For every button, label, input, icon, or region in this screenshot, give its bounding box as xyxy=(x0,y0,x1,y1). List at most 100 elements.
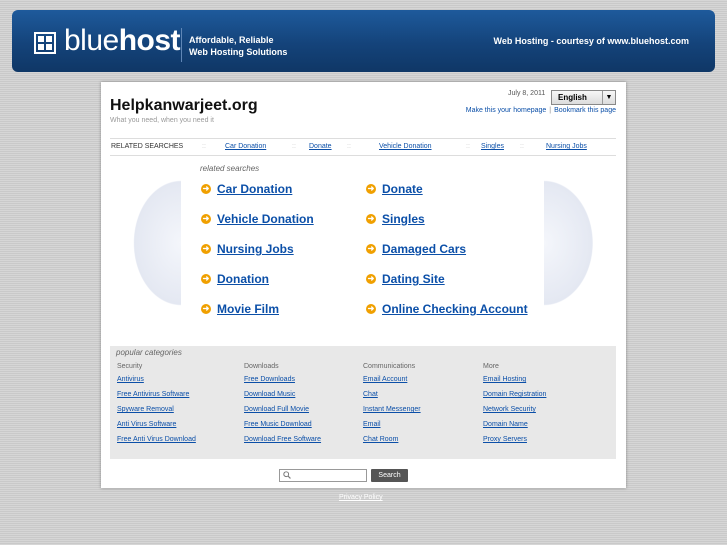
category-link[interactable]: Proxy Servers xyxy=(483,436,546,451)
category-link[interactable]: Chat Room xyxy=(363,436,421,451)
arrow-right-icon: ➜ xyxy=(201,183,211,194)
related-search-item[interactable]: ➜ Movie Film xyxy=(201,302,279,316)
category-column-more: More Email Hosting Domain Registration N… xyxy=(483,363,546,451)
category-link[interactable]: Download Music xyxy=(244,391,321,406)
arrow-right-icon: ➜ xyxy=(366,273,376,284)
category-heading: Communications xyxy=(363,363,416,370)
related-searches-bar: RELATED SEARCHES :: Car Donation :: Dona… xyxy=(110,138,616,156)
related-bar-link[interactable]: Donate xyxy=(309,139,332,155)
related-search-link[interactable]: Movie Film xyxy=(217,302,279,316)
related-search-link[interactable]: Nursing Jobs xyxy=(217,242,294,256)
parked-page-card: Helpkanwarjeet.org What you need, when y… xyxy=(101,82,626,488)
category-link[interactable]: Chat xyxy=(363,391,421,406)
header-tagline: Affordable, Reliable Web Hosting Solutio… xyxy=(189,34,287,58)
decorative-side-left xyxy=(121,164,181,322)
category-link[interactable]: Spyware Removal xyxy=(117,406,196,421)
search-button[interactable]: Search xyxy=(371,469,408,482)
bookmark-link[interactable]: Bookmark this page xyxy=(554,107,616,114)
related-search-item[interactable]: ➜ Singles xyxy=(366,212,425,226)
link-separator: | xyxy=(549,107,552,114)
related-bar-link[interactable]: Nursing Jobs xyxy=(546,139,587,155)
separator-dot: :: xyxy=(466,143,470,150)
arrow-right-icon: ➜ xyxy=(366,243,376,254)
category-link[interactable]: Free Music Download xyxy=(244,421,321,436)
related-search-item[interactable]: ➜ Online Checking Account xyxy=(366,302,528,316)
related-search-link[interactable]: Vehicle Donation xyxy=(217,212,314,226)
arrow-right-icon: ➜ xyxy=(366,213,376,224)
arrow-right-icon: ➜ xyxy=(201,213,211,224)
related-bar-label: RELATED SEARCHES xyxy=(111,143,184,150)
category-link[interactable]: Email Hosting xyxy=(483,376,546,391)
arrow-right-icon: ➜ xyxy=(366,183,376,194)
decorative-side-right xyxy=(544,164,606,322)
search-input[interactable] xyxy=(279,469,367,482)
category-link[interactable]: Antivirus xyxy=(117,376,196,391)
arrow-right-icon: ➜ xyxy=(201,303,211,314)
category-link[interactable]: Free Downloads xyxy=(244,376,321,391)
category-link[interactable]: Free Antivirus Software xyxy=(117,391,196,406)
related-search-link[interactable]: Dating Site xyxy=(382,272,445,286)
category-column-communications: Communications Email Account Chat Instan… xyxy=(363,363,421,451)
privacy-policy-link[interactable]: Privacy Policy xyxy=(339,494,383,501)
related-search-item[interactable]: ➜ Dating Site xyxy=(366,272,445,286)
related-search-link[interactable]: Donate xyxy=(382,182,423,196)
site-title: Helpkanwarjeet.org xyxy=(110,97,258,114)
top-links: Make this your homepage | Bookmark this pa… xyxy=(466,107,616,114)
language-value: English xyxy=(558,93,587,102)
related-search-item[interactable]: ➜ Nursing Jobs xyxy=(201,242,294,256)
separator-dot: :: xyxy=(202,143,206,150)
related-search-item[interactable]: ➜ Car Donation xyxy=(201,182,292,196)
hosting-courtesy-text: Web Hosting - courtesy of www.bluehost.c… xyxy=(493,36,689,46)
category-column-security: Security Antivirus Free Antivirus Softwa… xyxy=(117,363,196,451)
header-divider xyxy=(181,28,182,62)
category-link[interactable]: Download Free Software xyxy=(244,436,321,451)
related-search-item[interactable]: ➜ Vehicle Donation xyxy=(201,212,314,226)
popular-categories-title: popular categories xyxy=(116,348,182,357)
category-heading: More xyxy=(483,363,499,370)
tagline-line-2: Web Hosting Solutions xyxy=(189,47,288,57)
tagline-line-1: Affordable, Reliable xyxy=(189,35,274,45)
arrow-right-icon: ➜ xyxy=(201,243,211,254)
related-search-link[interactable]: Car Donation xyxy=(217,182,292,196)
bluehost-grid-logo-icon xyxy=(34,32,56,54)
arrow-right-icon: ➜ xyxy=(201,273,211,284)
related-search-link[interactable]: Donation xyxy=(217,272,269,286)
related-search-item[interactable]: ➜ Donation xyxy=(201,272,269,286)
related-bar-link[interactable]: Vehicle Donation xyxy=(379,139,432,155)
language-select[interactable]: English ▼ xyxy=(551,90,616,105)
category-link[interactable]: Email xyxy=(363,421,421,436)
category-heading: Downloads xyxy=(244,363,279,370)
separator-dot: :: xyxy=(347,143,351,150)
category-link[interactable]: Domain Name xyxy=(483,421,546,436)
related-search-link[interactable]: Singles xyxy=(382,212,425,226)
site-subtitle: What you need, when you need it xyxy=(110,117,214,124)
logo-text-bold: host xyxy=(118,24,181,57)
logo-text-thin: blue xyxy=(64,24,119,57)
category-heading: Security xyxy=(117,363,143,370)
category-link[interactable]: Network Security xyxy=(483,406,546,421)
popular-categories-panel: popular categories Security Antivirus Fr… xyxy=(110,346,616,459)
category-link[interactable]: Domain Registration xyxy=(483,391,546,406)
related-search-link[interactable]: Online Checking Account xyxy=(382,302,528,316)
separator-dot: :: xyxy=(520,143,524,150)
category-link[interactable]: Free Anti Virus Download xyxy=(117,436,196,451)
category-link[interactable]: Anti Virus Software xyxy=(117,421,196,436)
related-search-item[interactable]: ➜ Donate xyxy=(366,182,423,196)
make-homepage-link[interactable]: Make this your homepage xyxy=(466,107,547,114)
related-search-link[interactable]: Damaged Cars xyxy=(382,242,466,256)
bluehost-logo[interactable]: bluehost xyxy=(64,24,181,57)
related-searches-title: related searches xyxy=(200,164,260,173)
arrow-right-icon: ➜ xyxy=(366,303,376,314)
related-bar-link[interactable]: Singles xyxy=(481,139,504,155)
separator-dot: :: xyxy=(292,143,296,150)
search-icon xyxy=(283,471,291,479)
category-link[interactable]: Download Full Movie xyxy=(244,406,321,421)
category-link[interactable]: Email Account xyxy=(363,376,421,391)
category-link[interactable]: Instant Messenger xyxy=(363,406,421,421)
date-text: July 8, 2011 xyxy=(508,90,546,97)
chevron-down-icon: ▼ xyxy=(602,91,615,104)
category-column-downloads: Downloads Free Downloads Download Music … xyxy=(244,363,321,451)
related-bar-link[interactable]: Car Donation xyxy=(225,139,266,155)
bluehost-header: bluehost Affordable, Reliable Web Hostin… xyxy=(12,10,715,72)
related-search-item[interactable]: ➜ Damaged Cars xyxy=(366,242,466,256)
